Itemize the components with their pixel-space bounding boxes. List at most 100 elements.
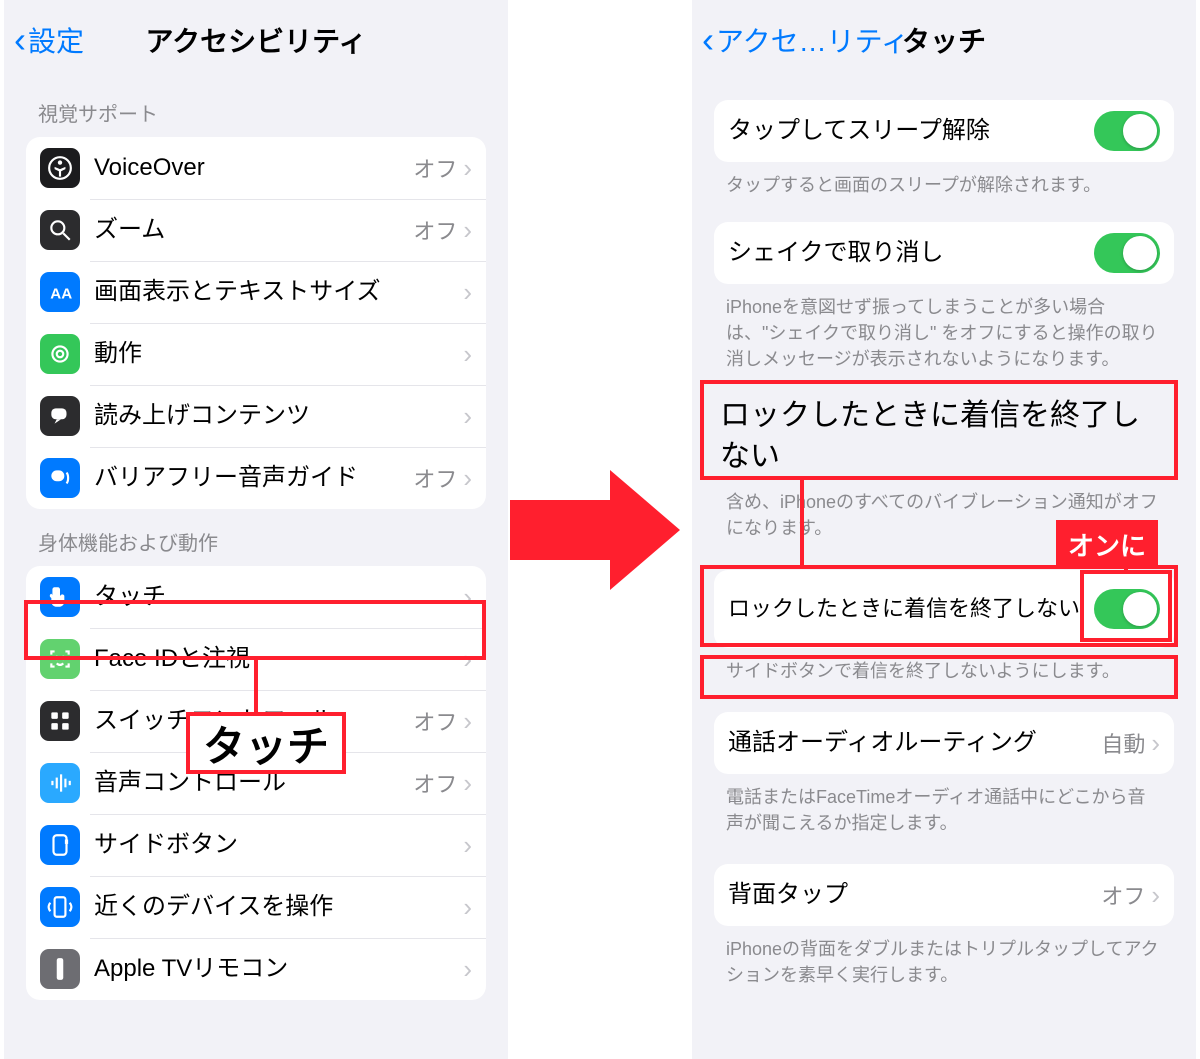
- cell-value: オフ: [413, 462, 457, 494]
- toggle-lock-call[interactable]: [1094, 589, 1160, 629]
- cell-shake-undo[interactable]: シェイクで取り消し: [714, 222, 1174, 284]
- back-label: 設定: [28, 20, 84, 60]
- cell-label: Face IDと注視: [94, 644, 463, 674]
- cell-value: オフ: [1101, 879, 1145, 911]
- cell-zoom[interactable]: ズーム オフ ›: [26, 199, 486, 261]
- cell-text-size[interactable]: AA 画面表示とテキストサイズ ›: [26, 261, 486, 323]
- navbar-right: ‹ アクセ…リティ タッチ: [692, 0, 1196, 80]
- chevron-right-icon: ›: [463, 279, 472, 305]
- motion-icon: [40, 334, 80, 374]
- cell-label: 近くのデバイスを操作: [94, 892, 463, 922]
- cell-back-tap[interactable]: 背面タップ オフ ›: [714, 864, 1174, 926]
- annotation-on-tag: オンに: [1056, 520, 1158, 569]
- chevron-left-icon: ‹: [702, 22, 714, 58]
- cell-tap-to-wake[interactable]: タップしてスリープ解除: [714, 100, 1174, 162]
- back-label: アクセ…リティ: [716, 20, 909, 60]
- chevron-right-icon: ›: [463, 155, 472, 181]
- accessibility-icon: [40, 148, 80, 188]
- audio-desc-icon: [40, 458, 80, 498]
- list-audio-route: 通話オーディオルーティング 自動 ›: [714, 712, 1174, 774]
- cell-value: オフ: [413, 767, 457, 799]
- chevron-right-icon: ›: [1151, 882, 1160, 908]
- cell-value: オフ: [413, 152, 457, 184]
- toggle-shake-undo[interactable]: [1094, 233, 1160, 273]
- cell-spoken-content[interactable]: 読み上げコンテンツ ›: [26, 385, 486, 447]
- cell-label: 通話オーディオルーティング: [728, 728, 1101, 758]
- vision-list: VoiceOver オフ › ズーム オフ › AA 画面表示とテキストサイズ …: [26, 137, 486, 509]
- chevron-right-icon: ›: [463, 584, 472, 610]
- chevron-left-icon: ‹: [14, 22, 26, 58]
- zoom-icon: [40, 210, 80, 250]
- cell-appletv-remote[interactable]: Apple TVリモコン ›: [26, 938, 486, 1000]
- left-screen: ‹ 設定 アクセシビリティ 視覚サポート VoiceOver オフ › ズーム: [4, 0, 508, 1059]
- chevron-right-icon: ›: [463, 894, 472, 920]
- cell-label: 背面タップ: [728, 880, 1101, 910]
- annotation-text: オンに: [1068, 531, 1146, 561]
- faceid-icon: [40, 639, 80, 679]
- chevron-right-icon: ›: [463, 770, 472, 796]
- physical-list: タッチ › Face IDと注視 › スイッチコントロール オフ ›: [26, 566, 486, 1000]
- section-header-physical: 身体機能および動作: [4, 509, 508, 566]
- chevron-right-icon: ›: [463, 832, 472, 858]
- cell-label: ズーム: [94, 215, 413, 245]
- list-shake: シェイクで取り消し: [714, 222, 1174, 284]
- cell-side-button[interactable]: サイドボタン ›: [26, 814, 486, 876]
- cell-faceid[interactable]: Face IDと注視 ›: [26, 628, 486, 690]
- svg-text:AA: AA: [50, 286, 72, 303]
- list-back-tap: 背面タップ オフ ›: [714, 864, 1174, 926]
- cell-audio-desc[interactable]: バリアフリー音声ガイド オフ ›: [26, 447, 486, 509]
- cell-audio-route[interactable]: 通話オーディオルーティング 自動 ›: [714, 712, 1174, 774]
- cell-label: 読み上げコンテンツ: [94, 401, 463, 431]
- foot-back-tap: iPhoneの背面をダブルまたはトリプルタップしてアクションを素早く実行します。: [692, 926, 1196, 996]
- list-lock-call: ロックしたときに着信を終了しない: [714, 570, 1174, 648]
- text-size-icon: AA: [40, 272, 80, 312]
- cell-label: サイドボタン: [94, 830, 463, 860]
- cell-label: タッチ: [94, 582, 463, 612]
- annotation-touch-callout: タッチ: [186, 712, 346, 774]
- cell-lock-call[interactable]: ロックしたときに着信を終了しない: [714, 570, 1174, 648]
- cell-label: バリアフリー音声ガイド: [94, 463, 413, 493]
- cell-nearby[interactable]: 近くのデバイスを操作 ›: [26, 876, 486, 938]
- arrow-right-icon: [510, 470, 680, 590]
- cell-voiceover[interactable]: VoiceOver オフ ›: [26, 137, 486, 199]
- cell-value: オフ: [413, 705, 457, 737]
- cell-label: Apple TVリモコン: [94, 954, 463, 984]
- chevron-right-icon: ›: [1151, 730, 1160, 756]
- chevron-right-icon: ›: [463, 465, 472, 491]
- chevron-right-icon: ›: [463, 708, 472, 734]
- back-button[interactable]: ‹ 設定: [14, 20, 84, 60]
- foot-tap-wake: タップすると画面のスリープが解除されます。: [692, 162, 1196, 206]
- chevron-right-icon: ›: [463, 403, 472, 429]
- chevron-right-icon: ›: [463, 341, 472, 367]
- cell-motion[interactable]: 動作 ›: [26, 323, 486, 385]
- chevron-right-icon: ›: [463, 646, 472, 672]
- foot-lock-call: サイドボタンで着信を終了しないようにします。: [692, 648, 1196, 692]
- section-header-vision: 視覚サポート: [4, 80, 508, 137]
- cell-label: シェイクで取り消し: [728, 238, 1094, 268]
- foot-shake: iPhoneを意図せず振ってしまうことが多い場合は、"シェイクで取り消し" をオ…: [692, 284, 1196, 380]
- cell-label: 画面表示とテキストサイズ: [94, 277, 463, 307]
- navbar-left: ‹ 設定 アクセシビリティ: [4, 0, 508, 80]
- toggle-tap-to-wake[interactable]: [1094, 111, 1160, 151]
- touch-icon: [40, 577, 80, 617]
- lock-call-highlight-title: ロックしたときに着信を終了しない: [710, 386, 1178, 487]
- cell-label: VoiceOver: [94, 153, 413, 183]
- back-button[interactable]: ‹ アクセ…リティ: [702, 20, 909, 60]
- side-button-icon: [40, 825, 80, 865]
- annotation-text: タッチ: [203, 713, 329, 774]
- cell-touch[interactable]: タッチ ›: [26, 566, 486, 628]
- chevron-right-icon: ›: [463, 217, 472, 243]
- cell-value: 自動: [1101, 727, 1145, 759]
- voice-control-icon: [40, 763, 80, 803]
- lock-call-title: ロックしたときに着信を終了しない: [710, 386, 1178, 487]
- list-tap-wake: タップしてスリープ解除: [714, 100, 1174, 162]
- cell-label: タップしてスリープ解除: [728, 116, 1094, 146]
- foot-audio-route: 電話またはFaceTimeオーディオ通話中にどこから音声が聞こえるか指定します。: [692, 774, 1196, 844]
- cell-value: オフ: [413, 214, 457, 246]
- cell-label: ロックしたときに着信を終了しない: [728, 595, 1094, 623]
- appletv-remote-icon: [40, 949, 80, 989]
- chevron-right-icon: ›: [463, 956, 472, 982]
- cell-label: 動作: [94, 339, 463, 369]
- switch-control-icon: [40, 701, 80, 741]
- speech-icon: [40, 396, 80, 436]
